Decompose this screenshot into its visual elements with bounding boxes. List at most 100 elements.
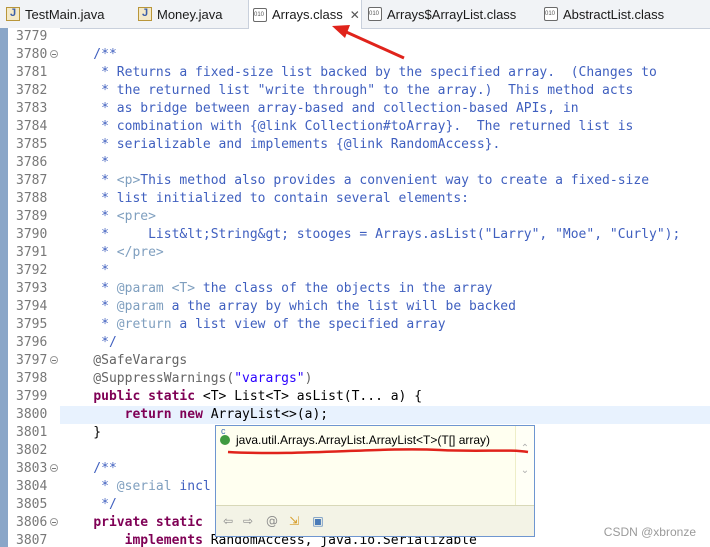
line-number: 3790	[16, 227, 48, 242]
scroll-up-icon[interactable]: ⌃	[519, 444, 531, 454]
code-line[interactable]: 3790 * List&lt;String&gt; stooges = Arra…	[0, 226, 710, 244]
code-token: @SuppressWarnings(	[62, 371, 235, 386]
code-text: * serializable and implements {@link Ran…	[62, 136, 500, 154]
line-number: 3799	[16, 389, 48, 404]
java-file-icon	[6, 7, 20, 21]
code-text: * </pre>	[62, 244, 164, 262]
java-file-icon	[138, 7, 152, 21]
code-line[interactable]: 3788 * list initialized to contain sever…	[0, 190, 710, 208]
line-number: 3791	[16, 245, 48, 260]
code-token: *	[62, 263, 109, 278]
code-token: * List&lt;String&gt; stooges = Arrays.as…	[62, 227, 681, 242]
scroll-down-icon[interactable]: ⌄	[519, 466, 531, 476]
fold-collapse-icon[interactable]	[50, 50, 58, 58]
tab-label: TestMain.java	[25, 6, 105, 22]
code-line[interactable]: 3786 *	[0, 154, 710, 172]
code-line[interactable]: 3797 @SafeVarargs	[0, 352, 710, 370]
code-line[interactable]: 3800 return new ArrayList<>(a);	[0, 406, 710, 424]
class-file-icon	[368, 7, 382, 21]
code-text: @SafeVarargs	[62, 352, 187, 370]
code-line[interactable]: 3785 * serializable and implements {@lin…	[0, 136, 710, 154]
popup-scrollbar[interactable]: ⌃ ⌄	[515, 426, 534, 506]
code-token: }	[62, 425, 102, 440]
code-line[interactable]: 3789 * <pre>	[0, 208, 710, 226]
code-token: @param	[116, 281, 164, 296]
line-number: 3804	[16, 479, 48, 494]
line-number: 3795	[16, 317, 48, 332]
proposal-item[interactable]: java.util.Arrays.ArrayList.ArrayList<T>(…	[220, 426, 491, 449]
proposal-list[interactable]: java.util.Arrays.ArrayList.ArrayList<T>(…	[216, 426, 516, 506]
code-line[interactable]: 3799 public static <T> List<T> asList(T.…	[0, 388, 710, 406]
tab-abstractlist-class[interactable]: AbstractList.class	[544, 0, 704, 28]
code-line[interactable]: 3795 * @return a list view of the specif…	[0, 316, 710, 334]
code-line[interactable]: 3783 * as bridge between array-based and…	[0, 100, 710, 118]
code-line[interactable]: 3784 * combination with {@link Collectio…	[0, 118, 710, 136]
code-line[interactable]: 3793 * @param <T> the class of the objec…	[0, 280, 710, 298]
code-token: "varargs"	[234, 371, 305, 386]
code-line[interactable]: 3780 /**	[0, 46, 710, 64]
code-token: <T> List<T> asList(T... a) {	[195, 389, 423, 404]
tab-label: Money.java	[157, 6, 223, 22]
code-token: <p>	[116, 173, 141, 188]
at-icon[interactable]: @	[264, 514, 280, 528]
tab-label: Arrays.class	[272, 7, 343, 22]
proposal-label: java.util.Arrays.ArrayList.ArrayList<T>(…	[236, 433, 491, 447]
fold-collapse-icon[interactable]	[50, 518, 58, 526]
line-number: 3800	[16, 407, 48, 422]
code-line[interactable]: 3791 * </pre>	[0, 244, 710, 262]
code-token: *	[62, 479, 117, 494]
popup-toolbar: ⇦ ⇨ @ ⇲ ▣	[216, 505, 534, 536]
code-token: a the array by which the list will be ba…	[163, 299, 516, 314]
code-text: * list initialized to contain several el…	[62, 190, 469, 208]
tab-arrays-arraylist-class[interactable]: Arrays$ArrayList.class	[368, 0, 536, 28]
code-line[interactable]: 3798 @SuppressWarnings("varargs")	[0, 370, 710, 388]
code-token: This method also provides a convenient w…	[140, 173, 650, 188]
close-icon[interactable]: ✕	[350, 8, 360, 22]
line-number: 3779	[16, 29, 48, 44]
fold-collapse-icon[interactable]	[50, 464, 58, 472]
code-line[interactable]: 3794 * @param a the array by which the l…	[0, 298, 710, 316]
code-token: <T>	[171, 281, 196, 296]
code-text: *	[62, 262, 109, 280]
code-line[interactable]: 3782 * the returned list "write through"…	[0, 82, 710, 100]
code-text: @SuppressWarnings("varargs")	[62, 370, 312, 388]
code-token: *	[62, 317, 117, 332]
fold-collapse-icon[interactable]	[50, 356, 58, 364]
code-text: * @param a the array by which the list w…	[62, 298, 516, 316]
code-text: * @serial incl	[62, 478, 211, 496]
code-text: * @param <T> the class of the objects in…	[62, 280, 492, 298]
back-icon[interactable]: ⇦	[220, 514, 236, 528]
code-line[interactable]: 3779	[0, 28, 710, 46]
code-text: return new ArrayList<>(a);	[62, 406, 329, 424]
code-token: </pre>	[116, 245, 164, 260]
open-attached-javadoc-icon[interactable]: ▣	[310, 514, 326, 528]
code-token: *	[62, 209, 117, 224]
line-number: 3785	[16, 137, 48, 152]
code-line[interactable]: 3781 * Returns a fixed-size list backed …	[0, 64, 710, 82]
line-number: 3786	[16, 155, 48, 170]
tab-money[interactable]: Money.java	[138, 0, 246, 28]
forward-icon[interactable]: ⇨	[240, 514, 256, 528]
code-token: *	[62, 245, 117, 260]
line-number: 3781	[16, 65, 48, 80]
code-line[interactable]: 3796 */	[0, 334, 710, 352]
code-text: * as bridge between array-based and coll…	[62, 100, 578, 118]
code-token: * combination with {@link Collection#toA…	[62, 119, 634, 134]
code-token: return new	[124, 407, 203, 422]
content-assist-popup[interactable]: java.util.Arrays.ArrayList.ArrayList<T>(…	[215, 425, 535, 537]
tab-testmain[interactable]: TestMain.java	[6, 0, 130, 28]
line-number: 3787	[16, 173, 48, 188]
code-token: private static	[93, 515, 203, 530]
code-text: * the returned list "write through" to t…	[62, 82, 633, 100]
code-text: }	[62, 424, 101, 442]
code-token: @SafeVarargs	[62, 353, 188, 368]
code-token: @param	[116, 299, 164, 314]
code-token: incl	[171, 479, 211, 494]
open-declaration-icon[interactable]: ⇲	[286, 514, 302, 528]
tab-arrays-class[interactable]: Arrays.class ✕	[248, 0, 362, 29]
code-line[interactable]: 3787 * <p>This method also provides a co…	[0, 172, 710, 190]
code-token: */	[62, 497, 117, 512]
code-text: * @return a list view of the specified a…	[62, 316, 445, 334]
code-line[interactable]: 3792 *	[0, 262, 710, 280]
